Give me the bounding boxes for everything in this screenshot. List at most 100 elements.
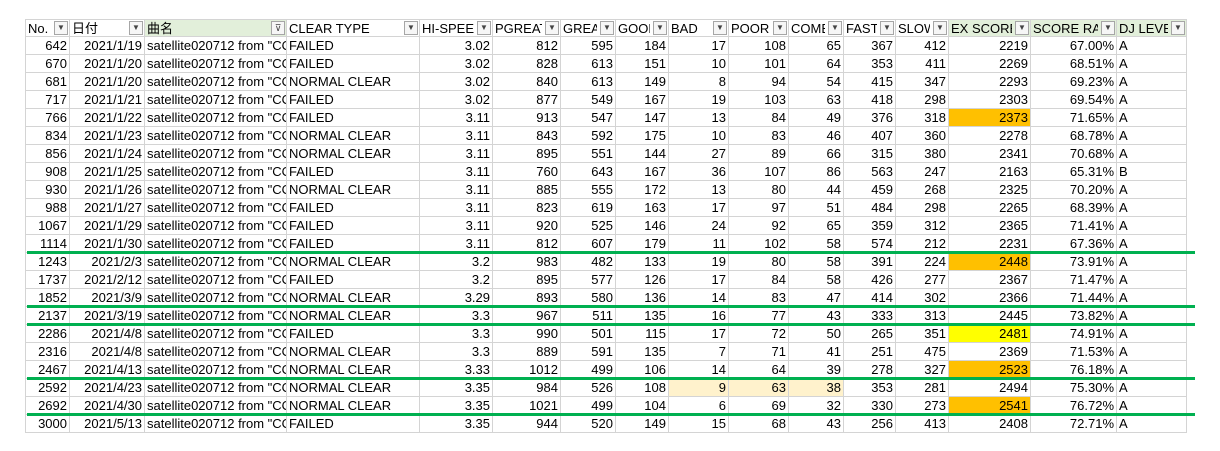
column-header-date[interactable]: 日付 ▼ <box>70 19 145 37</box>
column-header-poor[interactable]: POOR ▼ <box>729 19 789 37</box>
cell-combo-break[interactable]: 51 <box>789 199 844 217</box>
cell-hi-speed[interactable]: 3.11 <box>420 109 493 127</box>
cell-slow[interactable]: 351 <box>896 325 949 343</box>
cell-dj-level[interactable]: A <box>1117 37 1187 55</box>
cell-no[interactable]: 2316 <box>26 343 70 361</box>
cell-good[interactable]: 167 <box>616 91 669 109</box>
cell-bad[interactable]: 24 <box>669 217 729 235</box>
cell-combo-break[interactable]: 46 <box>789 127 844 145</box>
cell-poor[interactable]: 101 <box>729 55 789 73</box>
cell-slow[interactable]: 277 <box>896 271 949 289</box>
cell-poor[interactable]: 94 <box>729 73 789 91</box>
cell-no[interactable]: 670 <box>26 55 70 73</box>
column-header-score-rate[interactable]: SCORE RATE▼ <box>1031 19 1117 37</box>
cell-poor[interactable]: 107 <box>729 163 789 181</box>
cell-clear-type[interactable]: FAILED <box>287 109 420 127</box>
cell-good[interactable]: 108 <box>616 379 669 397</box>
cell-bad[interactable]: 27 <box>669 145 729 163</box>
cell-score-rate[interactable]: 74.91% <box>1031 325 1117 343</box>
cell-score-rate[interactable]: 68.39% <box>1031 199 1117 217</box>
cell-pgreat[interactable]: 823 <box>493 199 561 217</box>
cell-slow[interactable]: 380 <box>896 145 949 163</box>
cell-slow[interactable]: 281 <box>896 379 949 397</box>
cell-pgreat[interactable]: 983 <box>493 253 561 271</box>
column-header-slow[interactable]: SLOW▼ <box>896 19 949 37</box>
cell-bad[interactable]: 13 <box>669 181 729 199</box>
dropdown-arrow-icon[interactable]: ▼ <box>828 21 842 35</box>
cell-dj-level[interactable]: A <box>1117 271 1187 289</box>
cell-hi-speed[interactable]: 3.11 <box>420 163 493 181</box>
cell-date[interactable]: 2021/4/8 <box>70 343 145 361</box>
cell-great[interactable]: 526 <box>561 379 616 397</box>
cell-poor[interactable]: 89 <box>729 145 789 163</box>
cell-slow[interactable]: 247 <box>896 163 949 181</box>
cell-no[interactable]: 1067 <box>26 217 70 235</box>
cell-clear-type[interactable]: NORMAL CLEAR <box>287 181 420 199</box>
cell-pgreat[interactable]: 885 <box>493 181 561 199</box>
cell-bad[interactable]: 10 <box>669 127 729 145</box>
cell-hi-speed[interactable]: 3.02 <box>420 37 493 55</box>
cell-fast[interactable]: 251 <box>844 343 896 361</box>
cell-bad[interactable]: 8 <box>669 73 729 91</box>
cell-fast[interactable]: 256 <box>844 415 896 433</box>
cell-poor[interactable]: 84 <box>729 271 789 289</box>
cell-dj-level[interactable]: A <box>1117 415 1187 433</box>
cell-good[interactable]: 144 <box>616 145 669 163</box>
cell-dj-level[interactable]: A <box>1117 217 1187 235</box>
cell-song[interactable]: satellite020712 from "CO <box>145 181 287 199</box>
cell-dj-level[interactable]: A <box>1117 73 1187 91</box>
cell-song[interactable]: satellite020712 from "CO <box>145 253 287 271</box>
column-header-good[interactable]: GOOD▼ <box>616 19 669 37</box>
cell-score-rate[interactable]: 71.53% <box>1031 343 1117 361</box>
cell-bad[interactable]: 17 <box>669 325 729 343</box>
cell-bad[interactable]: 13 <box>669 109 729 127</box>
cell-hi-speed[interactable]: 3.02 <box>420 91 493 109</box>
cell-no[interactable]: 856 <box>26 145 70 163</box>
cell-dj-level[interactable]: A <box>1117 109 1187 127</box>
cell-clear-type[interactable]: FAILED <box>287 163 420 181</box>
cell-no[interactable]: 1243 <box>26 253 70 271</box>
cell-good[interactable]: 167 <box>616 163 669 181</box>
cell-pgreat[interactable]: 840 <box>493 73 561 91</box>
cell-slow[interactable]: 475 <box>896 343 949 361</box>
cell-clear-type[interactable]: FAILED <box>287 199 420 217</box>
cell-slow[interactable]: 318 <box>896 109 949 127</box>
cell-no[interactable]: 834 <box>26 127 70 145</box>
cell-no[interactable]: 988 <box>26 199 70 217</box>
cell-ex-score[interactable]: 2278 <box>949 127 1031 145</box>
cell-clear-type[interactable]: FAILED <box>287 271 420 289</box>
cell-song[interactable]: satellite020712 from "CO <box>145 91 287 109</box>
cell-great[interactable]: 547 <box>561 109 616 127</box>
cell-ex-score[interactable]: 2408 <box>949 415 1031 433</box>
cell-no[interactable]: 642 <box>26 37 70 55</box>
cell-poor[interactable]: 84 <box>729 109 789 127</box>
cell-hi-speed[interactable]: 3.02 <box>420 73 493 91</box>
cell-ex-score[interactable]: 2494 <box>949 379 1031 397</box>
cell-good[interactable]: 163 <box>616 199 669 217</box>
column-header-combo-break[interactable]: COMBO BREAK▼ <box>789 19 844 37</box>
cell-score-rate[interactable]: 68.78% <box>1031 127 1117 145</box>
cell-fast[interactable]: 367 <box>844 37 896 55</box>
cell-slow[interactable]: 347 <box>896 73 949 91</box>
cell-hi-speed[interactable]: 3.35 <box>420 415 493 433</box>
cell-bad[interactable]: 17 <box>669 37 729 55</box>
cell-no[interactable]: 930 <box>26 181 70 199</box>
cell-score-rate[interactable]: 70.68% <box>1031 145 1117 163</box>
cell-bad[interactable]: 7 <box>669 343 729 361</box>
cell-score-rate[interactable]: 72.71% <box>1031 415 1117 433</box>
column-header-hi-speed[interactable]: HI-SPEED▼ <box>420 19 493 37</box>
cell-date[interactable]: 2021/2/12 <box>70 271 145 289</box>
cell-good[interactable]: 126 <box>616 271 669 289</box>
cell-no[interactable]: 2286 <box>26 325 70 343</box>
cell-good[interactable]: 149 <box>616 73 669 91</box>
cell-fast[interactable]: 484 <box>844 199 896 217</box>
cell-ex-score[interactable]: 2265 <box>949 199 1031 217</box>
cell-ex-score[interactable]: 2373 <box>949 109 1031 127</box>
column-header-song[interactable]: 曲名 ⊽ <box>145 19 287 37</box>
cell-clear-type[interactable]: FAILED <box>287 55 420 73</box>
cell-great[interactable]: 591 <box>561 343 616 361</box>
cell-good[interactable]: 175 <box>616 127 669 145</box>
cell-slow[interactable]: 413 <box>896 415 949 433</box>
cell-date[interactable]: 2021/1/27 <box>70 199 145 217</box>
cell-hi-speed[interactable]: 3.2 <box>420 271 493 289</box>
